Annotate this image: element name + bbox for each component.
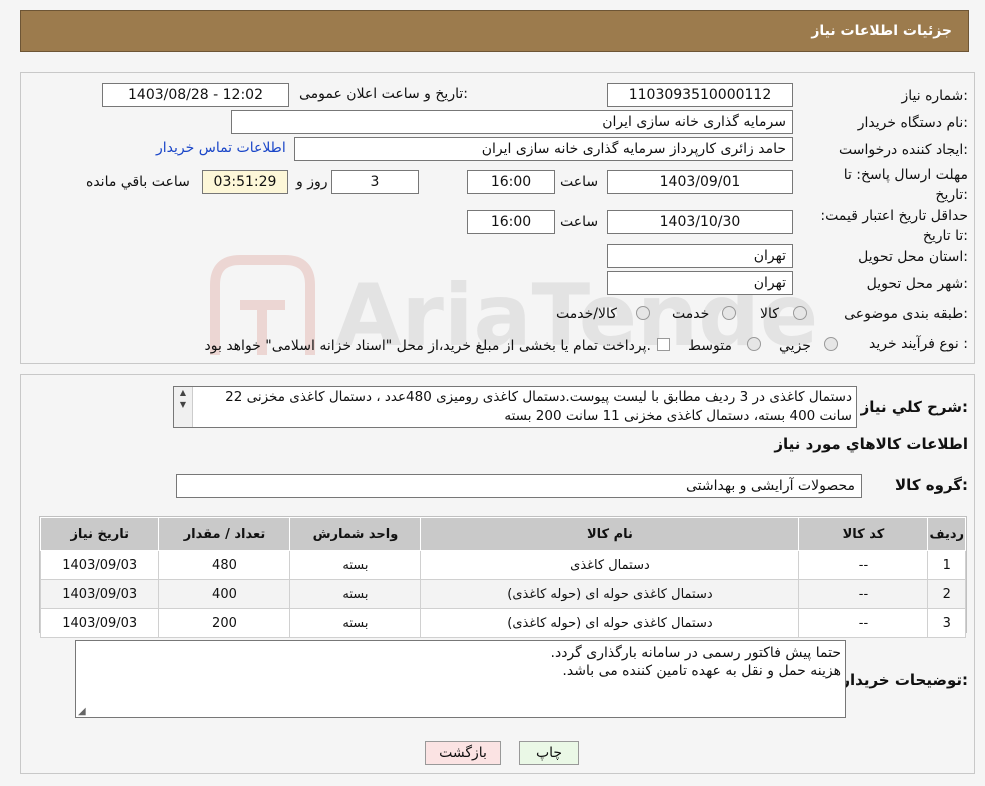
deadline-days-label: روز و	[296, 174, 328, 190]
province-label: استان محل تحویل:	[858, 249, 968, 265]
purchase-type-label: نوع فرآیند خرید :	[869, 336, 968, 352]
validity-time-label: ساعت	[560, 214, 599, 230]
buyer-org-label: نام دستگاه خریدار:	[857, 115, 968, 131]
description-label: شرح کلي نياز:	[860, 398, 968, 416]
announce-field: 1403/08/28 - 12:02	[102, 83, 289, 107]
cell-name: دستمال کاغذی حوله ای (حوله کاغذی)	[420, 608, 800, 638]
cell-unit: بسته	[289, 550, 422, 580]
need-number-label: شماره نیاز:	[901, 88, 968, 104]
col-code-header: کد کالا	[798, 517, 929, 551]
cell-qty: 200	[158, 608, 291, 638]
buyer-contact-link[interactable]: اطلاعات تماس خریدار	[156, 140, 286, 156]
buyer-notes-line2: هزینه حمل و نقل به عهده تامین کننده می ب…	[562, 663, 841, 679]
back-button[interactable]: بازگشت	[425, 741, 501, 765]
items-table-wrapper: ردیف کد کالا نام کالا واحد شمارش تعداد /…	[39, 516, 967, 638]
description-scrollbar[interactable]: ▲ ▼	[174, 387, 193, 427]
purchase-medium-label: متوسط	[688, 338, 732, 354]
treasury-note: پرداخت تمام یا بخشی از مبلغ خرید،از محل …	[204, 338, 651, 354]
city-field: تهران	[607, 271, 793, 295]
validity-label: حداقل تاریخ اعتبار قیمت: تا تاریخ:	[820, 208, 968, 244]
col-date-header: تاریخ نیاز	[39, 517, 160, 551]
purchase-minor-label: جزیي	[779, 338, 811, 354]
print-button[interactable]: چاپ	[519, 741, 579, 765]
goods-group-field: محصولات آرایشی و بهداشتی	[176, 474, 862, 498]
cell-unit: بسته	[289, 579, 422, 609]
col-name-header: نام کالا	[420, 517, 800, 551]
description-text: دستمال کاغذی در 3 ردیف مطابق با لیست پیو…	[225, 389, 852, 424]
category-goods-radio[interactable]	[793, 306, 807, 320]
deadline-time-field: 16:00	[467, 170, 555, 194]
scroll-up-icon[interactable]: ▲	[180, 388, 186, 397]
scroll-down-icon[interactable]: ▼	[180, 400, 186, 409]
cell-row: 1	[927, 550, 966, 580]
cell-code: --	[798, 550, 929, 580]
col-row-header: ردیف	[927, 517, 966, 551]
requester-label: ایجاد کننده درخواست:	[839, 142, 968, 158]
col-unit-header: واحد شمارش	[289, 517, 422, 551]
category-goods-service-label: کالا/خدمت	[556, 306, 617, 322]
deadline-time-label: ساعت	[560, 174, 599, 190]
cell-code: --	[798, 608, 929, 638]
goods-group-label: گروه کالا:	[895, 476, 968, 494]
category-service-radio[interactable]	[722, 306, 736, 320]
cell-qty: 400	[158, 579, 291, 609]
requester-field: حامد زائری کارپرداز سرمایه گذاری خانه سا…	[294, 137, 793, 161]
category-goods-service-radio[interactable]	[636, 306, 650, 320]
cell-name: دستمال کاغذی حوله ای (حوله کاغذی)	[420, 579, 800, 609]
cell-qty: 480	[158, 550, 291, 580]
cell-row: 3	[927, 608, 966, 638]
purchase-minor-radio[interactable]	[824, 337, 838, 351]
cell-code: --	[798, 579, 929, 609]
cell-row: 2	[927, 579, 966, 609]
col-qty-header: تعداد / مقدار	[158, 517, 291, 551]
buyer-notes-label: توضیحات خریدار:	[841, 671, 968, 689]
items-section-title: اطلاعات كالاهاي مورد نياز	[774, 435, 968, 453]
cell-date: 1403/09/03	[39, 579, 160, 609]
table-row: 3 -- دستمال کاغذی حوله ای (حوله کاغذی) ب…	[39, 608, 966, 638]
buyer-notes-textarea[interactable]: حتما پیش فاکتور رسمی در سامانه بارگذاری …	[75, 640, 846, 718]
validity-time-field: 16:00	[467, 210, 555, 234]
cell-date: 1403/09/03	[39, 550, 160, 580]
cell-name: دستمال کاغذی	[420, 550, 800, 580]
deadline-label: مهلت ارسال پاسخ: تا تاریخ:	[843, 167, 968, 203]
remaining-time-label: ساعت باقي مانده	[86, 174, 190, 190]
treasury-checkbox[interactable]	[657, 338, 670, 351]
deadline-days-field: 3	[331, 170, 419, 194]
page-header: جزئیات اطلاعات نیاز	[20, 10, 969, 52]
remaining-time-field: 03:51:29	[202, 170, 288, 194]
description-textarea[interactable]: دستمال کاغذی در 3 ردیف مطابق با لیست پیو…	[173, 386, 857, 428]
buyer-org-field: سرمایه گذاری خانه سازی ایران	[231, 110, 793, 134]
table-row: 1 -- دستمال کاغذی بسته 480 1403/09/03	[39, 550, 966, 580]
page-title: جزئیات اطلاعات نیاز	[811, 23, 952, 39]
buyer-notes-line1: حتما پیش فاکتور رسمی در سامانه بارگذاری …	[550, 645, 841, 661]
category-goods-label: کالا	[760, 306, 779, 322]
category-label: طبقه بندی موضوعی:	[844, 306, 968, 322]
category-service-label: خدمت	[672, 306, 710, 322]
cell-date: 1403/09/03	[39, 608, 160, 638]
table-row: 2 -- دستمال کاغذی حوله ای (حوله کاغذی) ب…	[39, 579, 966, 609]
resize-handle-icon[interactable]: ◢	[78, 706, 86, 717]
validity-date-field: 1403/10/30	[607, 210, 793, 234]
announce-label: تاریخ و ساعت اعلان عمومی:	[299, 86, 468, 102]
province-field: تهران	[607, 244, 793, 268]
purchase-medium-radio[interactable]	[747, 337, 761, 351]
items-table: ردیف کد کالا نام کالا واحد شمارش تعداد /…	[39, 517, 966, 638]
deadline-date-field: 1403/09/01	[607, 170, 793, 194]
cell-unit: بسته	[289, 608, 422, 638]
need-number-field: 1103093510000112	[607, 83, 793, 107]
city-label: شهر محل تحویل:	[866, 276, 968, 292]
